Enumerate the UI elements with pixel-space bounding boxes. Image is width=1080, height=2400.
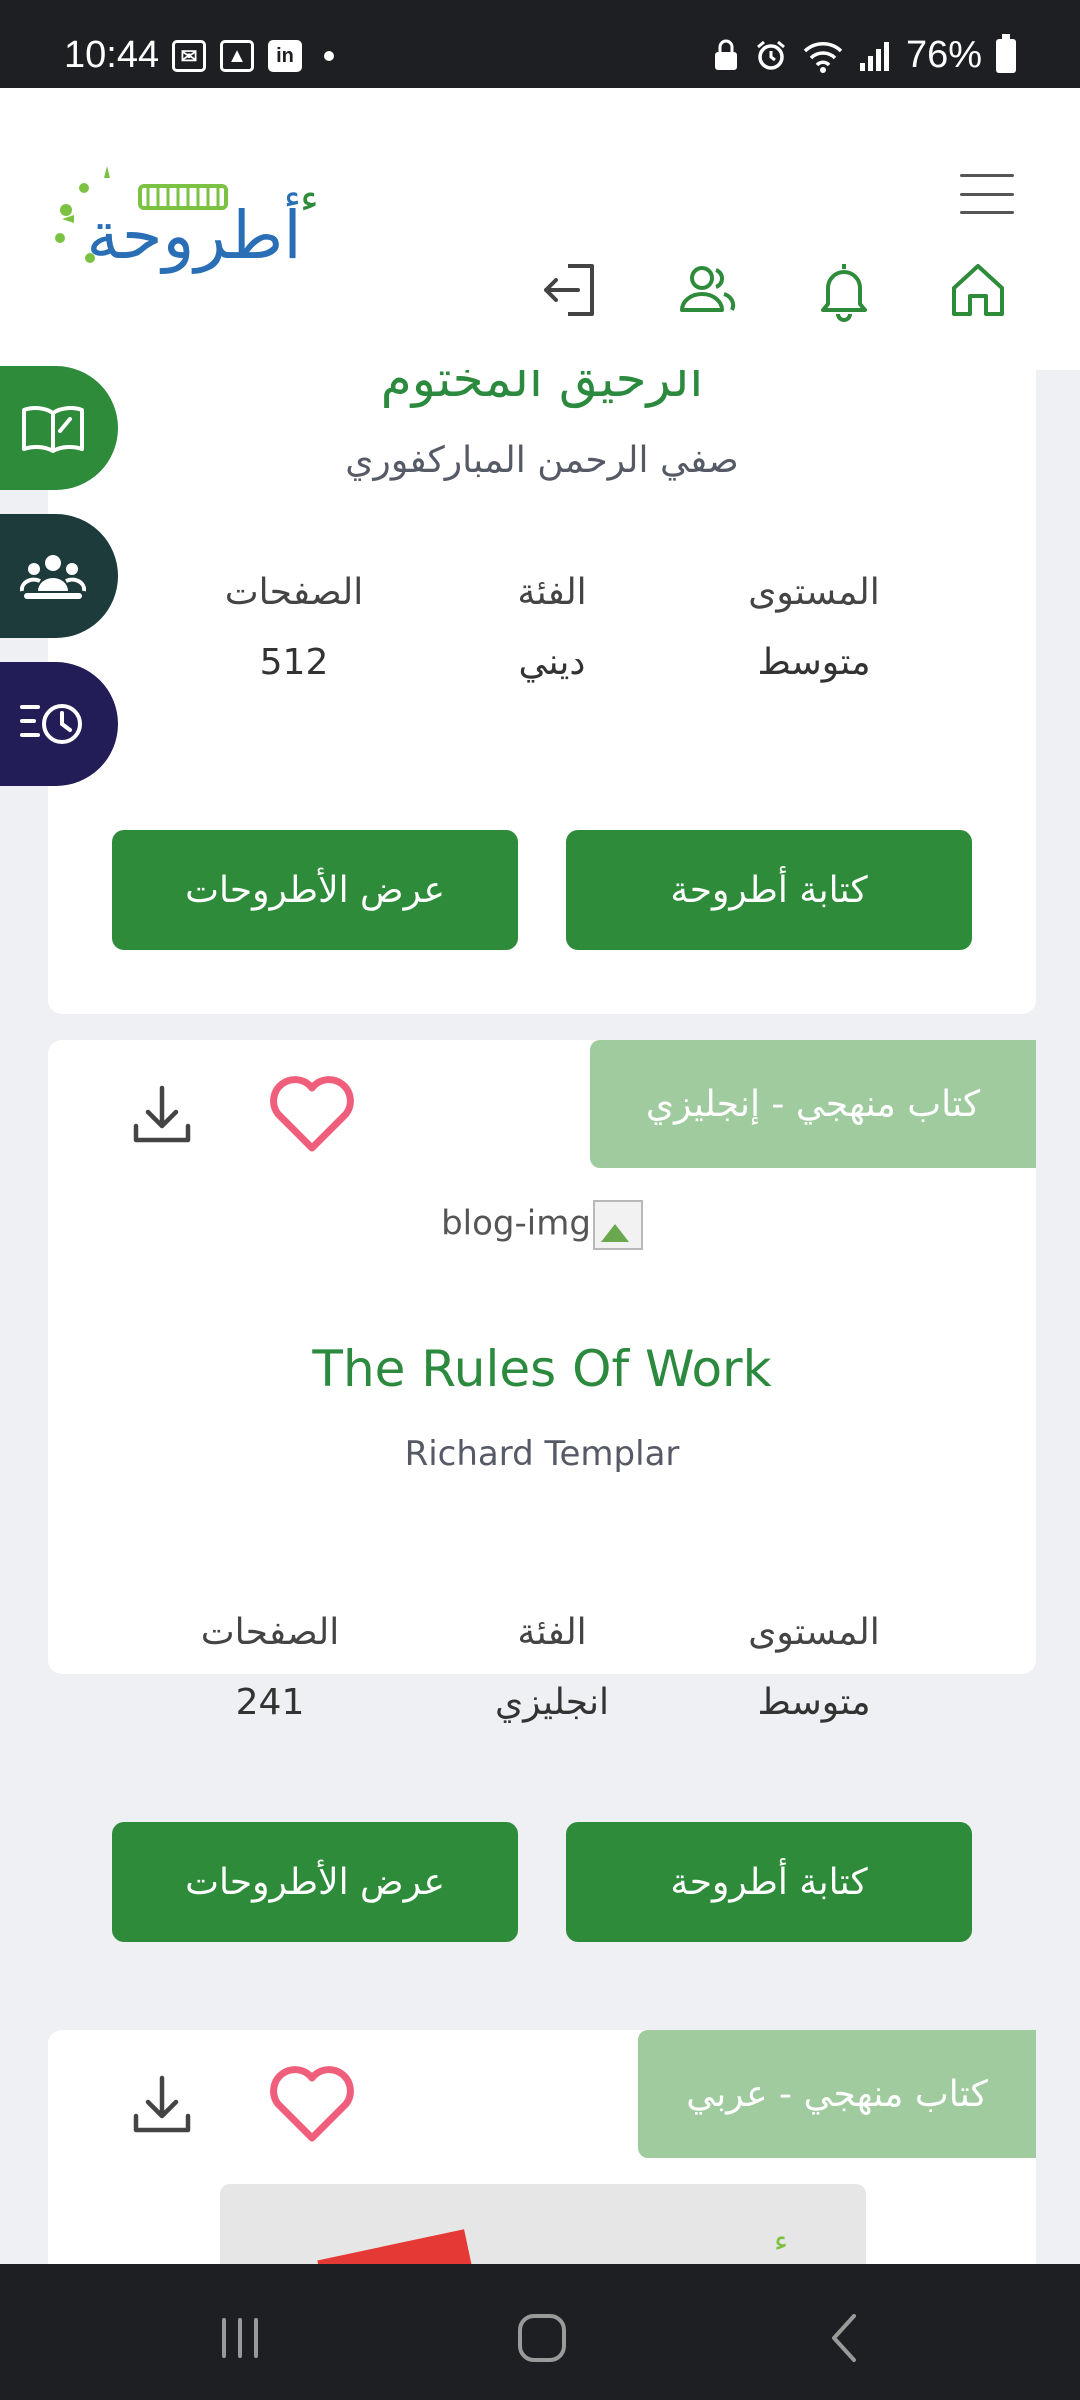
level-value: متوسط [757,642,871,683]
category-label: الفئة [517,1612,587,1653]
pages-value: 512 [259,642,329,683]
home-nav-icon[interactable] [512,2308,572,2368]
level-label: المستوى [748,1612,880,1653]
view-theses-button[interactable]: عرض الأطروحات [112,830,518,950]
svg-text:ء: ء [300,176,319,222]
book-author: صفي الرحمن المباركفوري [345,440,739,481]
dot-icon [324,51,334,61]
menu-button[interactable] [960,174,1014,214]
group-icon [20,555,86,599]
users-icon[interactable] [674,258,738,322]
history-icon [20,704,82,744]
status-time: 10:44 [64,34,160,76]
notification-icons: ✉ ▲ in [172,40,334,72]
view-theses-button[interactable]: عرض الأطروحات [112,1822,518,1942]
write-thesis-button[interactable]: كتابة أطروحة [566,830,972,950]
card-2-meta: المستوى الفئة الصفحات [48,1040,1036,1660]
status-bar: 10:44 ✉ ▲ in 76% [0,0,1080,88]
wifi-icon [803,41,843,73]
book-card: الرحيق المختوم صفي الرحمن المباركفوري ال… [48,370,1036,1014]
category-value: انجليزي [494,1682,610,1723]
app-header: أطروحة ء [0,88,1080,370]
mail-icon: ✉ [172,40,206,72]
alarm-icon [756,40,785,70]
battery-icon [996,33,1016,73]
download-icon[interactable] [122,2066,202,2146]
lock-icon [714,39,737,70]
logout-icon[interactable] [538,258,602,322]
book-cover-image: ء [220,2184,866,2264]
heart-icon[interactable] [262,2054,362,2154]
book-icon [22,406,84,453]
pages-label: الصفحات [224,572,364,613]
book-type-badge: كتاب منهجي - عربي [638,2030,1036,2158]
recent-apps-icon[interactable] [210,2308,270,2368]
linkedin-icon: in [268,40,302,72]
signal-icon [859,41,889,71]
write-thesis-button[interactable]: كتابة أطروحة [566,1822,972,1942]
category-label: الفئة [517,572,587,613]
image-icon: ▲ [220,40,254,72]
battery-percent: 76% [905,34,982,76]
pages-label: الصفحات [200,1612,340,1653]
pages-value: 241 [235,1682,305,1723]
system-nav-bar [0,2264,1080,2400]
book-card: كتاب منهجي - عربي ء [48,2030,1036,2264]
level-value: متوسط [757,1682,871,1723]
bell-icon[interactable] [812,258,876,322]
system-icons: 76% [712,33,1016,77]
home-icon[interactable] [946,258,1010,322]
book-title[interactable]: الرحيق المختوم [48,370,1036,408]
category-value: ديني [518,642,586,683]
level-label: المستوى [748,572,880,613]
back-icon[interactable] [816,2308,876,2368]
header-nav [0,258,1080,328]
